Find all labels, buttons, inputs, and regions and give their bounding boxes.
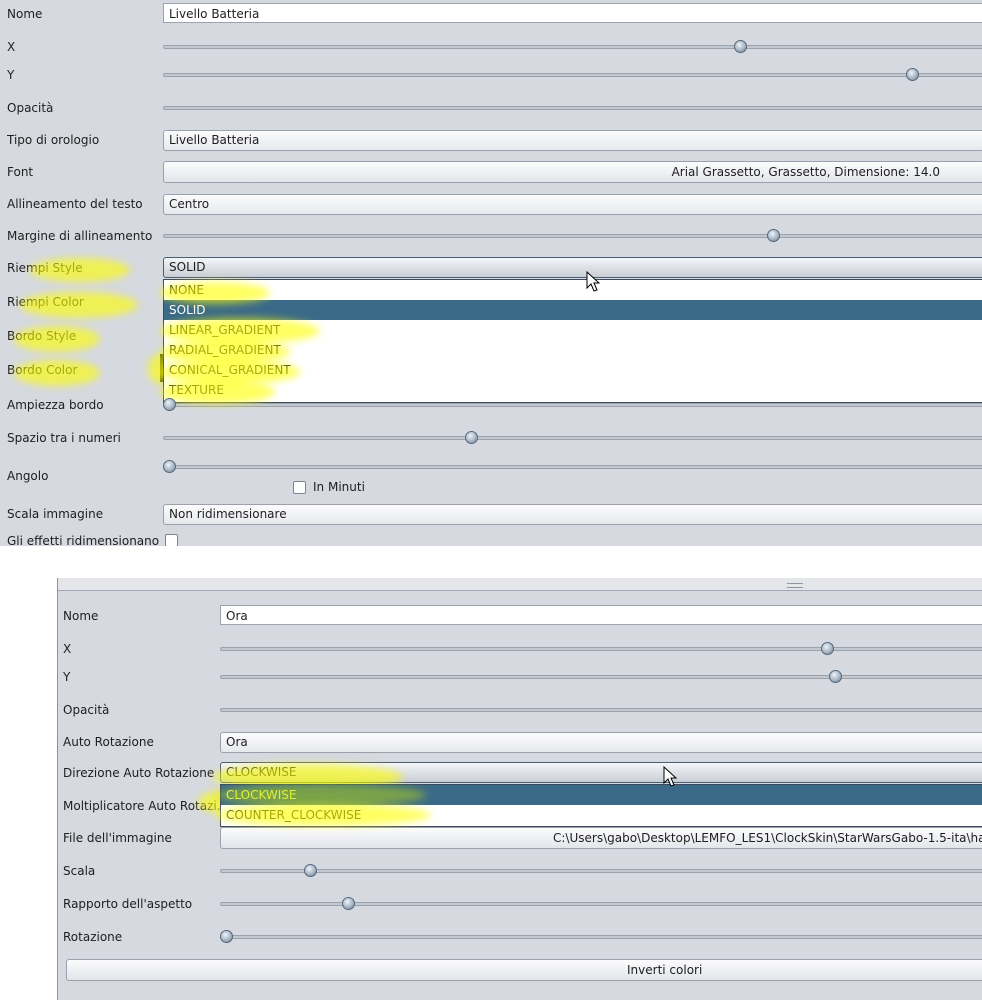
label-x: X	[63, 642, 72, 656]
nome-field[interactable]: Livello Batteria	[163, 3, 982, 23]
label-nome: Nome	[63, 609, 99, 623]
label-auto-rotazione: Auto Rotazione	[63, 735, 154, 749]
slider-thumb[interactable]	[464, 431, 478, 444]
angolo-slider[interactable]	[163, 465, 982, 469]
label-x: X	[7, 40, 16, 54]
font-button[interactable]: Arial Grassetto, Grassetto, Dimensione: …	[163, 161, 982, 183]
ampiezza-slider[interactable]	[163, 403, 982, 407]
scala-slider[interactable]	[220, 869, 982, 873]
label-scala: Scala	[63, 864, 96, 878]
y-slider[interactable]	[163, 73, 982, 77]
label-bordo-color: Bordo Color	[7, 363, 78, 377]
properties-panel-bottom: Nome Ora X Y Opacità Auto Rotazione Ora …	[57, 578, 982, 1000]
riempi-style-dropdown: NONE SOLID LINEAR_GRADIENT RADIAL_GRADIE…	[163, 279, 982, 403]
properties-panel-top: Nome Livello Batteria X Y Opacità Tipo d…	[0, 0, 982, 546]
scala-immagine-combo[interactable]: Non ridimensionare	[163, 504, 982, 525]
label-moltiplicatore: Moltiplicatore Auto Rotazi...	[63, 799, 229, 813]
in-minuti-checkbox[interactable]	[293, 481, 306, 494]
label-angolo: Angolo	[7, 469, 49, 483]
label-margine: Margine di allineamento	[7, 229, 153, 243]
label-scala-immagine: Scala immagine	[7, 507, 104, 521]
dropdown-option-radial-gradient[interactable]: RADIAL_GRADIENT	[164, 340, 982, 360]
slider-thumb[interactable]	[163, 460, 176, 473]
rapporto-slider[interactable]	[220, 902, 982, 906]
divider-grip-icon[interactable]	[787, 583, 803, 588]
slider-thumb[interactable]	[303, 864, 317, 877]
label-y: Y	[63, 670, 71, 684]
opacita-slider[interactable]	[163, 106, 982, 110]
slider-thumb[interactable]	[341, 897, 355, 910]
label-rotazione: Rotazione	[63, 930, 123, 944]
auto-rotazione-combo[interactable]: Ora	[220, 732, 982, 753]
mouse-cursor-icon	[663, 766, 678, 787]
label-ampiezza: Ampiezza bordo	[7, 398, 104, 412]
label-opacita: Opacità	[63, 703, 110, 717]
nome-field[interactable]: Ora	[220, 605, 982, 625]
slider-thumb[interactable]	[766, 229, 780, 242]
slider-thumb[interactable]	[821, 642, 835, 655]
label-nome: Nome	[7, 7, 43, 21]
file-immagine-button[interactable]: C:\Users\gabo\Desktop\LEMFO_LES1\ClockSk…	[220, 827, 982, 849]
gli-effetti-checkbox[interactable]	[165, 534, 178, 546]
spazio-slider[interactable]	[163, 436, 982, 440]
dropdown-option-conical-gradient[interactable]: CONICAL_GRADIENT	[164, 360, 982, 380]
label-bordo-style: Bordo Style	[7, 329, 77, 343]
slider-thumb[interactable]	[163, 398, 176, 411]
slider-thumb[interactable]	[734, 40, 748, 53]
dropdown-option-solid[interactable]: SOLID	[164, 300, 982, 320]
label-riempi-style: Riempi Style	[7, 261, 83, 275]
opacita-slider[interactable]	[220, 708, 982, 712]
margine-slider[interactable]	[163, 234, 982, 238]
label-allineamento: Allineamento del testo	[7, 197, 143, 211]
label-direzione: Direzione Auto Rotazione	[63, 766, 215, 780]
label-spazio: Spazio tra i numeri	[7, 431, 121, 445]
split-divider[interactable]	[58, 578, 982, 591]
slider-thumb[interactable]	[828, 670, 842, 683]
dropdown-option-none[interactable]: NONE	[164, 280, 982, 300]
dropdown-option-clockwise[interactable]: CLOCKWISE	[221, 785, 982, 805]
dropdown-option-linear-gradient[interactable]: LINEAR_GRADIENT	[164, 320, 982, 340]
label-tipo-orologio: Tipo di orologio	[7, 133, 100, 147]
inverti-colori-button[interactable]: Inverti colori	[66, 959, 982, 981]
slider-thumb[interactable]	[905, 68, 919, 81]
label-riempi-color: Riempi Color	[7, 295, 84, 309]
dropdown-option-counter-clockwise[interactable]: COUNTER_CLOCKWISE	[221, 805, 982, 825]
allineamento-combo[interactable]: Centro	[163, 194, 982, 215]
slider-thumb[interactable]	[220, 930, 233, 943]
direzione-combo[interactable]: CLOCKWISE	[220, 762, 982, 783]
tipo-orologio-combo[interactable]: Livello Batteria	[163, 130, 982, 151]
label-gli-effetti: Gli effetti ridimensionano	[7, 534, 160, 546]
y-slider[interactable]	[220, 675, 982, 679]
label-y: Y	[7, 68, 15, 82]
riempi-style-combo[interactable]: SOLID	[163, 257, 982, 278]
x-slider[interactable]	[220, 647, 982, 651]
label-file-immagine: File dell'immagine	[63, 831, 172, 845]
label-opacita: Opacità	[7, 101, 54, 115]
mouse-cursor-icon	[586, 271, 601, 292]
dropdown-option-texture[interactable]: TEXTURE	[164, 380, 982, 400]
rotazione-slider[interactable]	[220, 935, 982, 939]
label-rapporto: Rapporto dell'aspetto	[63, 897, 193, 911]
in-minuti-label: In Minuti	[313, 480, 365, 494]
label-font: Font	[7, 165, 34, 179]
x-slider[interactable]	[163, 45, 982, 49]
direzione-dropdown: CLOCKWISE COUNTER_CLOCKWISE	[220, 784, 982, 827]
